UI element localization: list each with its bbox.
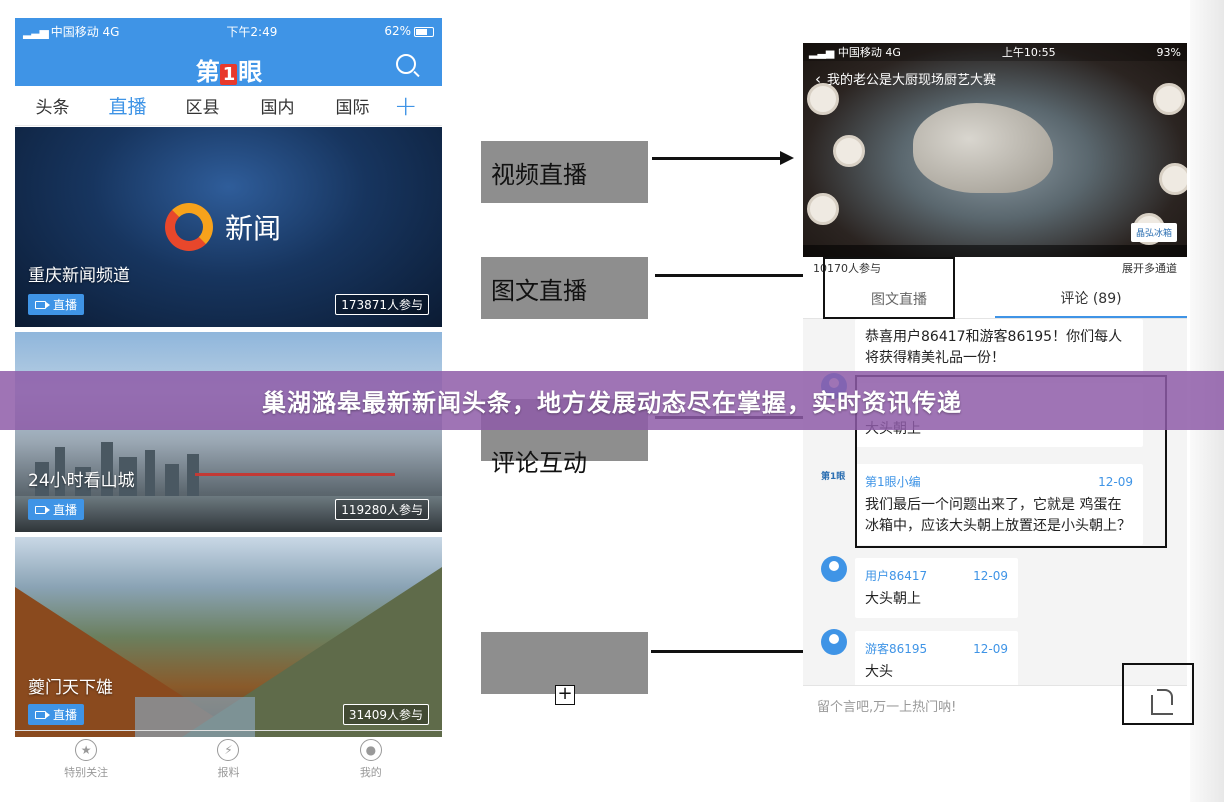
live-badge: 直播 xyxy=(28,499,85,520)
tab-headlines[interactable]: 头条 xyxy=(15,93,90,118)
comment-item: 游客86195 12-09 大头 xyxy=(855,631,1018,691)
comment-item: 恭喜用户86417和游客86195！你们每人将获得精美礼品一份！ xyxy=(855,319,1143,377)
app-logo: 第1眼 xyxy=(195,58,263,86)
tab-live[interactable]: 直播 xyxy=(90,92,165,119)
bolt-icon: ⚡ xyxy=(217,739,240,761)
status-bar: ▂▃▅ 中国移动 4G 下午2:49 62% xyxy=(15,18,442,44)
live-card[interactable]: 24小时看山城 直播 119280人参与 xyxy=(15,332,442,532)
video-player[interactable]: ▂▃▅ 中国移动 4G 上午10:55 93% ‹ 我的老公是大厨现场厨艺大赛 晶… xyxy=(803,43,1187,257)
highlight-share xyxy=(1122,663,1194,725)
label-video-live: 视频直播 xyxy=(481,141,648,203)
video-frame-food xyxy=(913,103,1053,193)
camera-icon xyxy=(35,505,50,514)
card-title: 夔门天下雄 xyxy=(28,678,113,698)
tab-international[interactable]: 国际 xyxy=(315,93,390,118)
carrier-info: ▂▃▅ 中国移动 4G xyxy=(23,24,120,39)
camera-icon xyxy=(35,300,50,309)
back-icon[interactable]: ‹ xyxy=(815,70,821,88)
search-icon[interactable] xyxy=(396,54,416,74)
user-icon: ● xyxy=(359,739,382,761)
news-channel-logo: 新闻 xyxy=(165,203,281,251)
arrow-icon xyxy=(652,151,794,165)
participant-count: 119280人参与 xyxy=(335,499,429,520)
status-bar: ▂▃▅ 中国移动 4G 上午10:55 93% xyxy=(803,43,1187,61)
card-title: 重庆新闻频道 xyxy=(28,266,130,286)
nav-report[interactable]: ⚡ 报料 xyxy=(183,739,273,780)
expand-channels-link[interactable]: 展开多通道 xyxy=(1122,260,1177,276)
news-ring-icon xyxy=(165,203,213,251)
live-badge: 直播 xyxy=(28,294,85,315)
banner-text: 巢湖潞皋最新新闻头条，地方发展动态尽在掌握，实时资讯传递 xyxy=(262,389,962,417)
app-header: 第1眼 xyxy=(15,44,442,86)
battery-info: 62% xyxy=(384,24,434,38)
expand-icon[interactable]: + xyxy=(555,685,575,705)
nav-special-follow[interactable]: ★ 特别关注 xyxy=(41,739,131,780)
camera-icon xyxy=(35,710,50,719)
participant-count: 31409人参与 xyxy=(342,704,429,725)
brand-watermark: 晶弘冰箱 xyxy=(1130,223,1177,242)
comment-item: 用户86417 12-09 大头朝上 xyxy=(855,558,1018,618)
live-card[interactable]: 新闻 重庆新闻频道 直播 173871人参与 xyxy=(15,127,442,327)
nav-mine[interactable]: ● 我的 xyxy=(326,739,416,780)
signal-icon: ▂▃▅ xyxy=(809,46,835,59)
highlight-text-live-tab xyxy=(823,257,955,319)
battery-icon xyxy=(414,26,434,37)
video-title: ‹ 我的老公是大厨现场厨艺大赛 xyxy=(815,70,997,88)
editor-avatar: 第1眼 xyxy=(821,472,846,482)
video-controls[interactable] xyxy=(803,245,1187,257)
status-time: 下午2:49 xyxy=(226,24,278,39)
category-tabs: 头条 直播 区县 国内 国际 + xyxy=(15,86,442,126)
tab-comments[interactable]: 评论 (89) xyxy=(995,279,1187,318)
avatar xyxy=(821,629,847,655)
avatar xyxy=(821,556,847,582)
bottom-nav: ★ 特别关注 ⚡ 报料 ● 我的 xyxy=(15,730,442,788)
participant-count: 173871人参与 xyxy=(335,294,429,315)
card-title: 24小时看山城 xyxy=(28,471,135,491)
arrow-icon xyxy=(655,268,822,282)
headline-banner: 巢湖潞皋最新新闻头条，地方发展动态尽在掌握，实时资讯传递 xyxy=(0,371,1224,430)
live-card[interactable]: 夔门天下雄 直播 31409人参与 xyxy=(15,537,442,737)
live-badge: 直播 xyxy=(28,704,85,725)
tab-districts[interactable]: 区县 xyxy=(165,93,240,118)
add-tab-icon[interactable]: + xyxy=(394,91,417,120)
label-text-live: 图文直播 xyxy=(481,257,648,319)
tab-domestic[interactable]: 国内 xyxy=(240,93,315,118)
star-icon: ★ xyxy=(75,739,98,761)
signal-icon: ▂▃▅ xyxy=(23,24,49,39)
